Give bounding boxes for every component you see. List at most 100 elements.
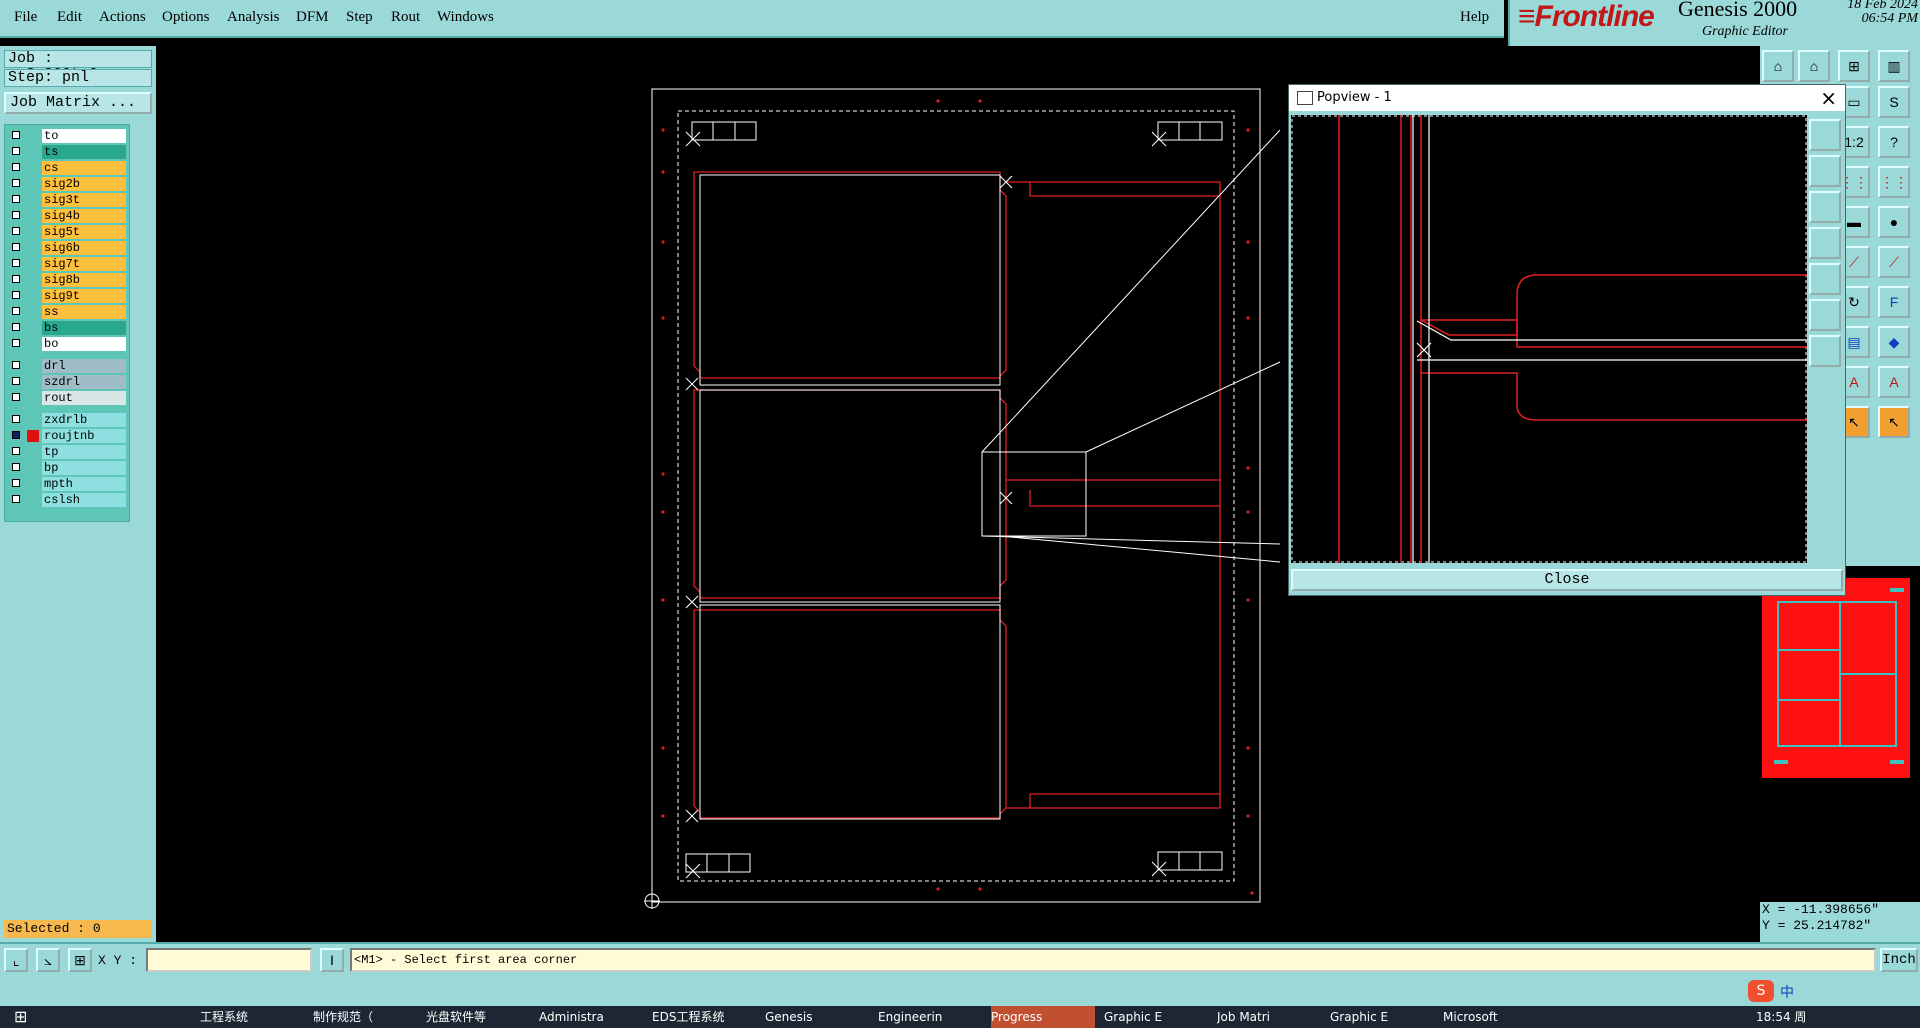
tool-pad-icon[interactable]: ●: [1878, 206, 1910, 238]
popview-zoom-icon[interactable]: [1809, 119, 1841, 151]
layer-row-sig5t[interactable]: sig5t: [7, 225, 127, 239]
tool-net-icon[interactable]: ⋮⋮: [1878, 166, 1910, 198]
layer-name[interactable]: sig2b: [42, 177, 126, 191]
tool-shapes-icon[interactable]: ◆: [1878, 326, 1910, 358]
xy-input[interactable]: [146, 948, 312, 972]
layer-name[interactable]: sig4b: [42, 209, 126, 223]
layer-checkbox[interactable]: [12, 447, 20, 455]
snap-icon[interactable]: ⌞: [4, 948, 28, 972]
layer-checkbox[interactable]: [12, 195, 20, 203]
layer-checkbox[interactable]: [12, 361, 20, 369]
layer-row-sig8b[interactable]: sig8b: [7, 273, 127, 287]
layer-name[interactable]: ts: [42, 145, 126, 159]
taskbar-item[interactable]: Graphic E: [1330, 1006, 1434, 1028]
layer-row-zxdrlb[interactable]: zxdrlb: [7, 413, 127, 427]
layer-row-sig9t[interactable]: sig9t: [7, 289, 127, 303]
layer-name[interactable]: cslsh: [42, 493, 126, 507]
layer-name[interactable]: bo: [42, 337, 126, 351]
layer-name[interactable]: ss: [42, 305, 126, 319]
layer-row-szdrl[interactable]: szdrl: [7, 375, 127, 389]
layer-checkbox[interactable]: [12, 463, 20, 471]
taskbar-item[interactable]: 制作规范（: [313, 1006, 417, 1028]
layer-row-sig7t[interactable]: sig7t: [7, 257, 127, 271]
menu-options[interactable]: Options: [162, 9, 210, 26]
layer-row-rout[interactable]: rout: [7, 391, 127, 405]
layer-checkbox[interactable]: [12, 275, 20, 283]
menu-rout[interactable]: Rout: [391, 9, 420, 26]
layer-row-tp[interactable]: tp: [7, 445, 127, 459]
layer-checkbox[interactable]: [12, 307, 20, 315]
layer-checkbox[interactable]: [12, 179, 20, 187]
popview-up-icon[interactable]: [1809, 155, 1841, 187]
taskbar-item[interactable]: Job Matri: [1217, 1006, 1321, 1028]
layer-row-to[interactable]: to: [7, 129, 127, 143]
layer-checkbox[interactable]: [12, 431, 20, 439]
overview-thumbnail[interactable]: [1760, 568, 1920, 786]
layer-name[interactable]: mpth: [42, 477, 126, 491]
layer-checkbox[interactable]: [12, 259, 20, 267]
taskbar-item[interactable]: EDS工程系统: [652, 1006, 756, 1028]
taskbar-item[interactable]: Microsoft: [1443, 1006, 1547, 1028]
ime-logo-icon[interactable]: S: [1748, 980, 1774, 1002]
layer-row-ss[interactable]: ss: [7, 305, 127, 319]
layer-row-bs[interactable]: bs: [7, 321, 127, 335]
popview-close-button[interactable]: Close: [1291, 569, 1843, 591]
layer-name[interactable]: sig5t: [42, 225, 126, 239]
layer-row-sig4b[interactable]: sig4b: [7, 209, 127, 223]
layer-name[interactable]: bp: [42, 461, 126, 475]
layer-checkbox[interactable]: [12, 147, 20, 155]
layer-checkbox[interactable]: [12, 243, 20, 251]
popview-left-icon[interactable]: [1809, 227, 1841, 259]
popview-center-icon[interactable]: [1809, 335, 1841, 367]
layer-name[interactable]: sig8b: [42, 273, 126, 287]
popview-down-icon[interactable]: [1809, 191, 1841, 223]
layer-checkbox[interactable]: [12, 495, 20, 503]
layer-name[interactable]: drl: [42, 359, 126, 373]
menu-edit[interactable]: Edit: [57, 9, 82, 26]
layer-row-cs[interactable]: cs: [7, 161, 127, 175]
layer-row-sig3t[interactable]: sig3t: [7, 193, 127, 207]
ime-mode[interactable]: 中: [1780, 982, 1794, 1002]
info-icon[interactable]: I: [320, 948, 344, 972]
layer-checkbox[interactable]: [12, 339, 20, 347]
layer-row-roujtnb[interactable]: roujtnb: [7, 429, 127, 443]
layer-name[interactable]: zxdrlb: [42, 413, 126, 427]
menu-step[interactable]: Step: [346, 9, 373, 26]
popview-titlebar[interactable]: Popview - 1 ×: [1289, 85, 1845, 111]
popview-canvas[interactable]: [1291, 115, 1807, 563]
layer-name[interactable]: bs: [42, 321, 126, 335]
tool-panel-icon[interactable]: ▥: [1878, 50, 1910, 82]
start-icon[interactable]: ⊞: [14, 1006, 34, 1028]
layer-name[interactable]: rout: [42, 391, 126, 405]
grid-icon[interactable]: ⊞: [68, 948, 92, 972]
layer-name[interactable]: cs: [42, 161, 126, 175]
tool-text-b-icon[interactable]: A: [1878, 366, 1910, 398]
layer-checkbox[interactable]: [12, 393, 20, 401]
tool-s-icon[interactable]: S: [1878, 86, 1910, 118]
taskbar-item[interactable]: Graphic E: [1104, 1006, 1208, 1028]
layer-checkbox[interactable]: [12, 131, 20, 139]
menu-dfm[interactable]: DFM: [296, 9, 329, 26]
layer-checkbox[interactable]: [12, 415, 20, 423]
job-matrix-button[interactable]: Job Matrix ...: [4, 92, 152, 114]
taskbar-item[interactable]: Administra: [539, 1006, 643, 1028]
taskbar-item[interactable]: 光盘软件等: [426, 1006, 530, 1028]
tool-ff-icon[interactable]: F: [1878, 286, 1910, 318]
layer-checkbox[interactable]: [12, 479, 20, 487]
layer-name[interactable]: szdrl: [42, 375, 126, 389]
tool-home2-icon[interactable]: ⌂: [1798, 50, 1830, 82]
layer-name[interactable]: sig9t: [42, 289, 126, 303]
taskbar-item[interactable]: 工程系统: [200, 1006, 304, 1028]
measure-icon[interactable]: ⦣: [36, 948, 60, 972]
layer-row-bo[interactable]: bo: [7, 337, 127, 351]
menu-actions[interactable]: Actions: [99, 9, 146, 26]
layer-name[interactable]: roujtnb: [42, 429, 126, 443]
popview-right-icon[interactable]: [1809, 263, 1841, 295]
layer-checkbox[interactable]: [12, 211, 20, 219]
layer-checkbox[interactable]: [12, 227, 20, 235]
layer-row-bp[interactable]: bp: [7, 461, 127, 475]
menu-file[interactable]: File: [14, 9, 37, 26]
layer-checkbox[interactable]: [12, 291, 20, 299]
layer-name[interactable]: tp: [42, 445, 126, 459]
taskbar-item[interactable]: Engineerin: [878, 1006, 982, 1028]
